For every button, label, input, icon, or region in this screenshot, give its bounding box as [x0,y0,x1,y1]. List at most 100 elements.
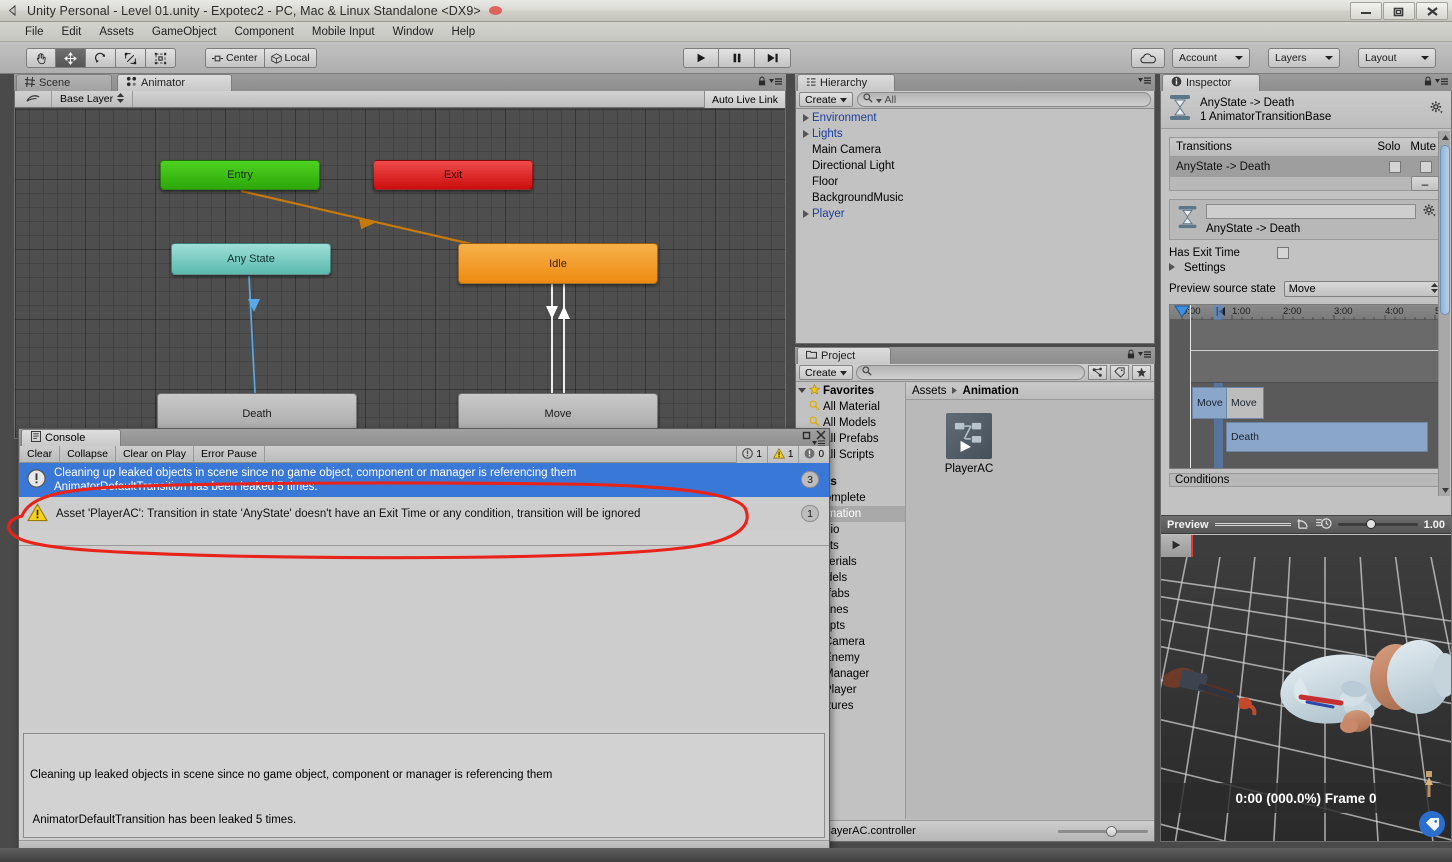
state-node-idle[interactable]: Idle [458,243,658,284]
space-mode-button[interactable]: Local [264,48,317,68]
project-panel-menu[interactable] [1127,349,1151,362]
project-tree-all-material[interactable]: All Material [796,399,905,415]
breadcrumb-animation[interactable]: Animation [963,385,1019,397]
scroll-down-arrow-icon[interactable] [1440,484,1450,496]
expand-triangle-icon[interactable] [800,210,812,218]
has-exit-time-checkbox[interactable] [1277,247,1289,259]
label-tag-icon[interactable] [1110,365,1129,380]
scrollbar-thumb[interactable] [1440,145,1450,315]
preview-viewport[interactable]: 0:00 (000.0%) Frame 0 [1161,557,1451,841]
lock-icon[interactable] [1127,349,1135,362]
layers-dropdown[interactable]: Layers [1268,48,1340,68]
tag-icon[interactable] [1419,811,1445,837]
scale-tool-button[interactable] [116,48,146,68]
minimize-button[interactable] [1350,2,1382,20]
preview-speed-knob[interactable] [1366,519,1377,529]
hierarchy-create-button[interactable]: Create [799,92,853,107]
console-clear-on-play-button[interactable]: Clear on Play [116,445,194,463]
menu-help[interactable]: Help [442,24,484,40]
hierarchy-search-input[interactable]: All [856,92,1151,107]
pivot-mode-button[interactable]: Center [205,48,265,68]
gear-icon[interactable] [1430,101,1443,117]
transition-row[interactable]: AnyState -> Death [1170,157,1442,177]
console-log-row-info[interactable]: Cleaning up leaked objects in scene sinc… [19,463,829,497]
expand-triangle-icon[interactable] [800,130,812,138]
state-node-any-state[interactable]: Any State [171,243,331,275]
hierarchy-item-main-camera[interactable]: Main Camera [796,142,1154,158]
console-error-pause-button[interactable]: Error Pause [194,445,266,463]
hierarchy-item-environment[interactable]: Environment [796,110,1154,126]
layer-visibility-icon[interactable] [15,95,51,103]
timeline-clip-move-a[interactable]: Move [1192,387,1230,419]
menu-gameobject[interactable]: GameObject [143,24,226,40]
menu-assets[interactable]: Assets [90,24,143,40]
menu-component[interactable]: Component [225,24,302,40]
lock-icon[interactable] [1424,76,1432,89]
project-search-input[interactable] [855,365,1085,380]
gear-icon[interactable] [1423,204,1436,220]
animator-state-graph[interactable]: Entry Exit Any State Idle Death Move [15,109,785,438]
hierarchy-item-lights[interactable]: Lights [796,126,1154,142]
tab-animator[interactable]: Animator [117,74,232,91]
menu-mobile-input[interactable]: Mobile Input [303,24,384,40]
timeline-playhead[interactable] [1190,305,1191,468]
transition-timeline[interactable]: 0:00 1:00 2:00 3:00 4:00 5 [1169,304,1443,469]
solo-checkbox[interactable] [1389,161,1401,173]
state-node-entry[interactable]: Entry [160,160,320,190]
tab-project[interactable]: Project [797,347,891,364]
pivot-axis-icon[interactable] [1296,517,1310,533]
state-node-exit[interactable]: Exit [373,160,533,190]
hierarchy-panel-menu[interactable] [1138,76,1151,88]
tab-inspector[interactable]: Inspector [1162,74,1260,91]
console-warning-count[interactable]: 1 [766,446,799,463]
preview-speed-slider[interactable] [1337,519,1418,529]
mute-checkbox[interactable] [1420,161,1432,173]
breadcrumb-assets[interactable]: Assets [912,385,947,397]
project-asset-area[interactable]: Assets Animation PlayerAC [906,383,1154,819]
tab-console[interactable]: Console [21,429,121,446]
hierarchy-item-floor[interactable]: Floor [796,174,1154,190]
project-tree-favorites[interactable]: Favorites [796,383,905,399]
expand-triangle-icon[interactable] [800,114,812,122]
menu-edit[interactable]: Edit [53,24,91,40]
close-button[interactable] [1416,2,1448,20]
hand-tool-button[interactable] [26,48,56,68]
project-zoom-slider[interactable] [1058,825,1148,837]
layout-dropdown[interactable]: Layout [1358,48,1436,68]
hierarchy-list[interactable]: Environment Lights Main Camera Direction… [796,110,1154,343]
hierarchy-item-background-music[interactable]: BackgroundMusic [796,190,1154,206]
inspector-scrollbar[interactable] [1438,131,1450,496]
panel-menu-icon[interactable] [1138,350,1151,362]
preview-playhead[interactable] [1191,535,1193,557]
console-restore-button[interactable] [802,431,811,443]
speed-clock-icon[interactable] [1315,517,1332,533]
inspector-panel-menu[interactable] [1424,76,1448,89]
settings-row[interactable]: Settings [1161,262,1451,277]
favorite-star-icon[interactable] [1132,365,1151,380]
search-dropdown-icon[interactable] [875,94,882,106]
console-log-row-warning[interactable]: Asset 'PlayerAC': Transition in state 'A… [19,497,829,531]
animator-panel-menu[interactable] [758,76,782,89]
project-create-button[interactable]: Create [799,365,853,380]
asset-filter-icon[interactable] [1088,365,1107,380]
transition-name-input[interactable] [1206,204,1416,219]
menu-window[interactable]: Window [384,24,443,40]
remove-transition-button[interactable]: – [1411,176,1439,191]
account-dropdown[interactable]: Account [1172,48,1250,68]
maximize-button[interactable] [1383,2,1415,20]
play-button[interactable] [683,48,719,68]
rect-transform-tool-button[interactable] [146,48,176,68]
conditions-section[interactable]: Conditions [1169,473,1443,487]
menu-file[interactable]: File [16,24,53,40]
console-info-count[interactable]: 1 [736,446,767,463]
timeline-playhead-marker-icon[interactable] [1173,305,1191,323]
cloud-button[interactable] [1131,48,1165,68]
tab-scene[interactable]: Scene [16,74,112,91]
hierarchy-item-player[interactable]: Player [796,206,1154,222]
console-clear-button[interactable]: Clear [19,445,61,463]
console-log-list[interactable]: Cleaning up leaked objects in scene sinc… [19,463,829,545]
auto-live-link-button[interactable]: Auto Live Link [704,91,785,108]
console-empty-area[interactable] [19,546,829,728]
move-tool-button[interactable] [56,48,86,68]
hierarchy-item-directional-light[interactable]: Directional Light [796,158,1154,174]
